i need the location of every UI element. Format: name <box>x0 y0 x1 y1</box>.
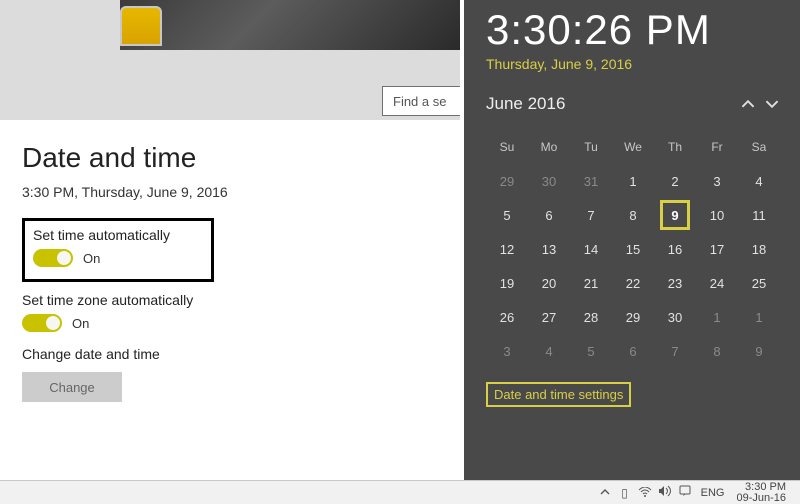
set-zone-auto-label: Set time zone automatically <box>22 292 438 308</box>
calendar-day[interactable]: 31 <box>570 164 612 198</box>
tray-overflow-button[interactable] <box>595 486 615 500</box>
set-zone-auto-state: On <box>72 316 89 331</box>
calendar-day[interactable]: 12 <box>486 232 528 266</box>
calendar-day[interactable]: 21 <box>570 266 612 300</box>
calendar-day[interactable]: 5 <box>486 198 528 232</box>
flyout-date: Thursday, June 9, 2016 <box>486 56 784 72</box>
calendar-day[interactable]: 4 <box>738 164 780 198</box>
calendar-day[interactable]: 1 <box>696 300 738 334</box>
calendar-day[interactable]: 29 <box>612 300 654 334</box>
calendar-day[interactable]: 27 <box>528 300 570 334</box>
set-time-auto-label: Set time automatically <box>33 227 203 243</box>
annotation-highlight: Set time automatically On <box>22 218 214 282</box>
weekday-header: We <box>612 130 654 164</box>
weekday-header: Mo <box>528 130 570 164</box>
wifi-icon <box>638 487 652 497</box>
calendar-day[interactable]: 11 <box>738 198 780 232</box>
calendar-day[interactable]: 8 <box>696 334 738 368</box>
calendar-day[interactable]: 7 <box>654 334 696 368</box>
account-hero-image <box>120 0 460 50</box>
calendar-day[interactable]: 30 <box>654 300 696 334</box>
calendar-day[interactable]: 26 <box>486 300 528 334</box>
wifi-icon[interactable] <box>635 486 655 500</box>
prev-month-button[interactable] <box>736 92 760 116</box>
calendar-day[interactable]: 24 <box>696 266 738 300</box>
calendar-day[interactable]: 15 <box>612 232 654 266</box>
calendar-day[interactable]: 5 <box>570 334 612 368</box>
calendar-day[interactable]: 30 <box>528 164 570 198</box>
speaker-icon <box>658 485 672 497</box>
calendar-grid: SuMoTuWeThFrSa 2930311234567891011121314… <box>486 130 784 368</box>
settings-search-input[interactable]: Find a se <box>382 86 460 116</box>
chevron-up-icon <box>741 97 755 111</box>
calendar-day[interactable]: 18 <box>738 232 780 266</box>
weekday-header: Tu <box>570 130 612 164</box>
calendar-day[interactable]: 14 <box>570 232 612 266</box>
set-zone-auto-toggle[interactable] <box>22 314 62 332</box>
chevron-down-icon <box>765 97 779 111</box>
calendar-day[interactable]: 4 <box>528 334 570 368</box>
flyout-clock: 3:30:26 PM <box>486 6 784 54</box>
hero-decoration <box>120 6 162 46</box>
calendar-day[interactable]: 9 <box>738 334 780 368</box>
settings-body: Date and time 3:30 PM, Thursday, June 9,… <box>0 120 460 480</box>
calendar-day[interactable]: 22 <box>612 266 654 300</box>
calendar-day[interactable]: 25 <box>738 266 780 300</box>
calendar-day[interactable]: 13 <box>528 232 570 266</box>
date-time-settings-link[interactable]: Date and time settings <box>486 382 631 407</box>
change-button[interactable]: Change <box>22 372 122 402</box>
calendar-day[interactable]: 28 <box>570 300 612 334</box>
settings-header-band: Find a se <box>0 0 460 120</box>
calendar-day[interactable]: 17 <box>696 232 738 266</box>
taskbar-time: 3:30 PM <box>736 482 786 493</box>
calendar-day[interactable]: 20 <box>528 266 570 300</box>
month-label[interactable]: June 2016 <box>486 94 736 114</box>
calendar-flyout: 3:30:26 PM Thursday, June 9, 2016 June 2… <box>464 0 800 480</box>
taskbar: ▯ ENG 3:30 PM 09-Jun-16 <box>0 480 800 504</box>
current-datetime-text: 3:30 PM, Thursday, June 9, 2016 <box>22 184 438 200</box>
calendar-day[interactable]: 3 <box>486 334 528 368</box>
calendar-day[interactable]: 29 <box>486 164 528 198</box>
set-time-auto-state: On <box>83 251 100 266</box>
calendar-day[interactable]: 10 <box>696 198 738 232</box>
weekday-header: Th <box>654 130 696 164</box>
calendar-day[interactable]: 1 <box>612 164 654 198</box>
taskbar-clock[interactable]: 3:30 PM 09-Jun-16 <box>730 482 794 504</box>
chevron-up-icon <box>600 487 610 497</box>
calendar-day[interactable]: 16 <box>654 232 696 266</box>
language-indicator[interactable]: ENG <box>695 487 731 499</box>
calendar-day[interactable]: 19 <box>486 266 528 300</box>
notification-icon <box>679 485 691 497</box>
calendar-day[interactable]: 8 <box>612 198 654 232</box>
change-datetime-label: Change date and time <box>22 346 438 362</box>
weekday-header: Sa <box>738 130 780 164</box>
calendar-day[interactable]: 1 <box>738 300 780 334</box>
set-time-auto-toggle[interactable] <box>33 249 73 267</box>
next-month-button[interactable] <box>760 92 784 116</box>
weekday-header: Su <box>486 130 528 164</box>
calendar-day[interactable]: 6 <box>528 198 570 232</box>
volume-icon[interactable] <box>655 485 675 500</box>
calendar-day[interactable]: 7 <box>570 198 612 232</box>
calendar-day[interactable]: 23 <box>654 266 696 300</box>
calendar-day[interactable]: 3 <box>696 164 738 198</box>
weekday-header: Fr <box>696 130 738 164</box>
calendar-day[interactable]: 2 <box>654 164 696 198</box>
taskbar-date: 09-Jun-16 <box>736 493 786 504</box>
action-center-icon[interactable] <box>675 485 695 500</box>
page-title: Date and time <box>22 142 438 174</box>
search-placeholder: Find a se <box>393 94 446 109</box>
calendar-day-today[interactable]: 9 <box>654 198 696 232</box>
calendar-day[interactable]: 6 <box>612 334 654 368</box>
battery-icon[interactable]: ▯ <box>615 486 635 500</box>
